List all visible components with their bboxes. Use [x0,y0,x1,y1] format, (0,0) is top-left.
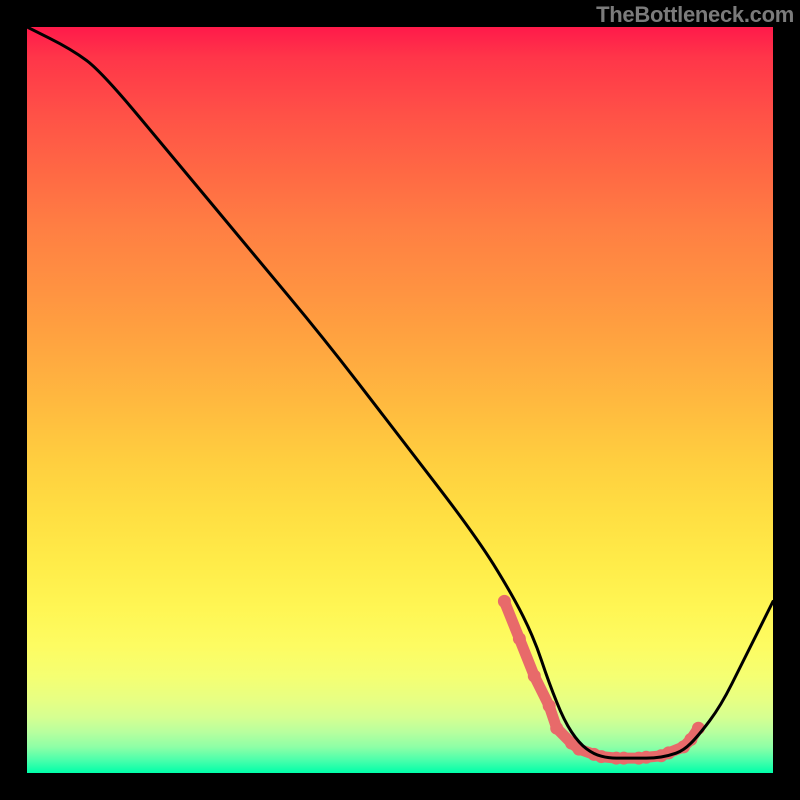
highlight-dot [528,670,541,683]
highlight-dot [543,699,556,712]
highlight-dot [513,632,526,645]
highlight-dot [498,595,511,608]
highlight-markers [498,595,705,765]
attribution-text: TheBottleneck.com [596,2,794,28]
highlight-dot [550,722,563,735]
curve-overlay [27,27,773,773]
main-curve [27,27,773,758]
plot-area [27,27,773,773]
chart-container: TheBottleneck.com [0,0,800,800]
